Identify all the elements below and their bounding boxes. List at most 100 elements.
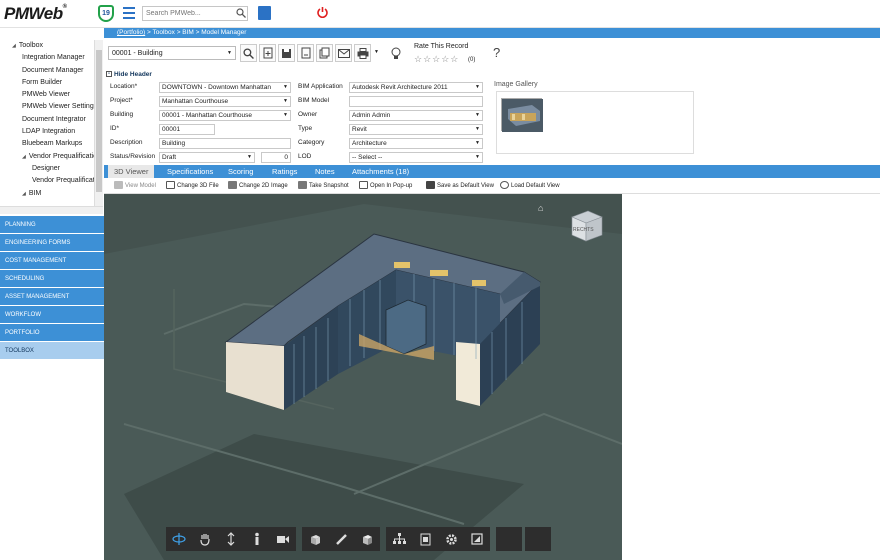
tree-item[interactable]: ◢ BIM [0,188,94,200]
email-icon[interactable] [335,44,352,62]
tree-item[interactable]: Document Manager [0,65,94,77]
pmweb-logo[interactable]: PMWeb® [4,4,67,24]
print-icon[interactable] [354,44,371,62]
fullscreen-icon[interactable] [464,527,490,551]
tree-scrollbar[interactable] [94,40,103,206]
view-model-button[interactable]: View Model [114,181,156,191]
search-input[interactable] [142,6,248,21]
module-engineering-forms[interactable]: ENGINEERING FORMS [0,234,104,252]
search-icon[interactable] [236,8,246,18]
tab-notes[interactable]: Notes [315,165,335,178]
view-cube-icon[interactable]: RECHTS [568,207,606,245]
tree-item[interactable]: ◢ Vendor Prequalification [0,151,94,163]
id-field[interactable]: 00001 [159,124,215,135]
open-in-popup-button[interactable]: Open In Pop-up [359,181,412,191]
power-icon[interactable] [316,6,329,19]
module-toolbox[interactable]: TOOLBOX [0,342,104,360]
camera-view-icon[interactable] [270,527,296,551]
home-icon[interactable]: ⌂ [538,203,543,213]
description-field[interactable]: Building [159,138,291,149]
owner-select[interactable]: Admin Admin ▼ [349,110,483,121]
load-default-view-button[interactable]: Load Default View [500,181,560,191]
walk-person-icon[interactable] [244,527,270,551]
take-snapshot-button[interactable]: Take Snapshot [298,181,349,191]
print-dropdown-icon[interactable]: ▼ [374,49,379,55]
module-workflow[interactable]: WORKFLOW [0,306,104,324]
pmweb-viewer-icon[interactable] [258,6,271,20]
section-box-icon[interactable] [354,527,380,551]
tree-item[interactable]: Vendor Prequalification [0,175,94,187]
status-select[interactable]: Draft ▼ [159,152,255,163]
project-select[interactable]: Manhattan Courthouse ▼ [159,96,291,107]
tree-item[interactable]: PMWeb Viewer Settings [0,101,94,113]
help-icon[interactable]: ? [493,45,500,60]
module-asset-management[interactable]: ASSET MANAGEMENT [0,288,104,306]
hamburger-menu-icon[interactable] [123,7,135,19]
change-3d-file-button[interactable]: Change 3D File [166,181,219,191]
bim-model-field[interactable] [349,96,483,107]
tree-item[interactable]: Bluebeam Markups [0,138,94,150]
delete-icon[interactable] [297,44,314,62]
gallery-thumbnail[interactable] [501,98,543,132]
tree-expand-icon[interactable]: ◢ [22,191,26,197]
module-cost-management[interactable]: COST MANAGEMENT [0,252,104,270]
tab-attachments[interactable]: Attachments (18) [352,165,409,178]
new-record-icon[interactable] [259,44,276,62]
project-label: Project* [110,97,133,104]
tree-item[interactable]: ◢ Toolbox [0,40,94,52]
module-scheduling[interactable]: SCHEDULING [0,270,104,288]
tree-item[interactable]: Document Integrator [0,114,94,126]
image-gallery [496,91,694,154]
tree-expand-icon[interactable]: ◢ [22,154,26,160]
tab-3d-viewer[interactable]: 3D Viewer [108,165,155,178]
copy-icon[interactable] [316,44,333,62]
breadcrumb-portfolio-link[interactable]: (Portfolio) [117,29,145,36]
tree-item-label: Vendor Prequalification [32,177,94,185]
tree-expand-icon[interactable]: ◢ [12,43,16,49]
zoom-icon[interactable] [218,527,244,551]
module-planning[interactable]: PLANNING [0,216,104,234]
tree-item[interactable]: Integration Manager [0,52,94,64]
tree-item-label: BIM [28,189,42,197]
lightbulb-icon[interactable] [387,44,404,62]
measure-icon[interactable] [328,527,354,551]
view-model-icon [114,181,123,190]
notification-badge-icon[interactable]: 19 [98,5,114,22]
tree-horizontal-scrollbar[interactable] [0,206,103,214]
explode-model-icon[interactable] [302,527,328,551]
rate-record-label: Rate This Record [414,43,469,50]
bim-application-select[interactable]: Autodesk Revit Architecture 2011 ▼ [349,82,483,93]
tree-item[interactable]: PMWeb Viewer [0,89,94,101]
tab-scoring[interactable]: Scoring [228,165,253,178]
settings-gear-icon[interactable] [438,527,464,551]
pan-icon[interactable] [192,527,218,551]
tree-item[interactable]: Form Builder [0,77,94,89]
type-select[interactable]: Revit ▼ [349,124,483,135]
tree-item[interactable]: LDAP Integration [0,126,94,138]
tab-ratings[interactable]: Ratings [272,165,297,178]
location-select[interactable]: DOWNTOWN - Downtown Manhattan ▼ [159,82,291,93]
extension-slot-2[interactable] [525,527,551,551]
image-gallery-label: Image Gallery [494,81,538,88]
building-select[interactable]: 00001 - Manhattan Courthouse ▼ [159,110,291,121]
building-label: Building [110,111,134,118]
category-select[interactable]: Architecture ▼ [349,138,483,149]
model-structure-icon[interactable] [386,527,412,551]
description-label: Description [110,139,143,146]
rating-stars[interactable]: ☆☆☆☆☆ [414,54,459,65]
hide-header-toggle[interactable]: - Hide Header [106,71,152,78]
save-icon[interactable] [278,44,295,62]
properties-icon[interactable] [412,527,438,551]
save-default-view-button[interactable]: Save as Default View [426,181,494,191]
extension-slot-1[interactable] [496,527,522,551]
orbit-icon[interactable] [166,527,192,551]
change-2d-image-button[interactable]: Change 2D Image [228,181,288,191]
lod-select[interactable]: -- Select -- ▼ [349,152,483,163]
tab-specifications[interactable]: Specifications [167,165,213,178]
revision-field[interactable]: 0 [261,152,291,163]
module-portfolio[interactable]: PORTFOLIO [0,324,104,342]
tree-item[interactable]: Designer [0,163,94,175]
record-selector[interactable]: 00001 - Building ▼ [108,46,236,60]
3d-viewer-canvas[interactable] [104,194,622,560]
find-icon[interactable] [240,44,257,62]
